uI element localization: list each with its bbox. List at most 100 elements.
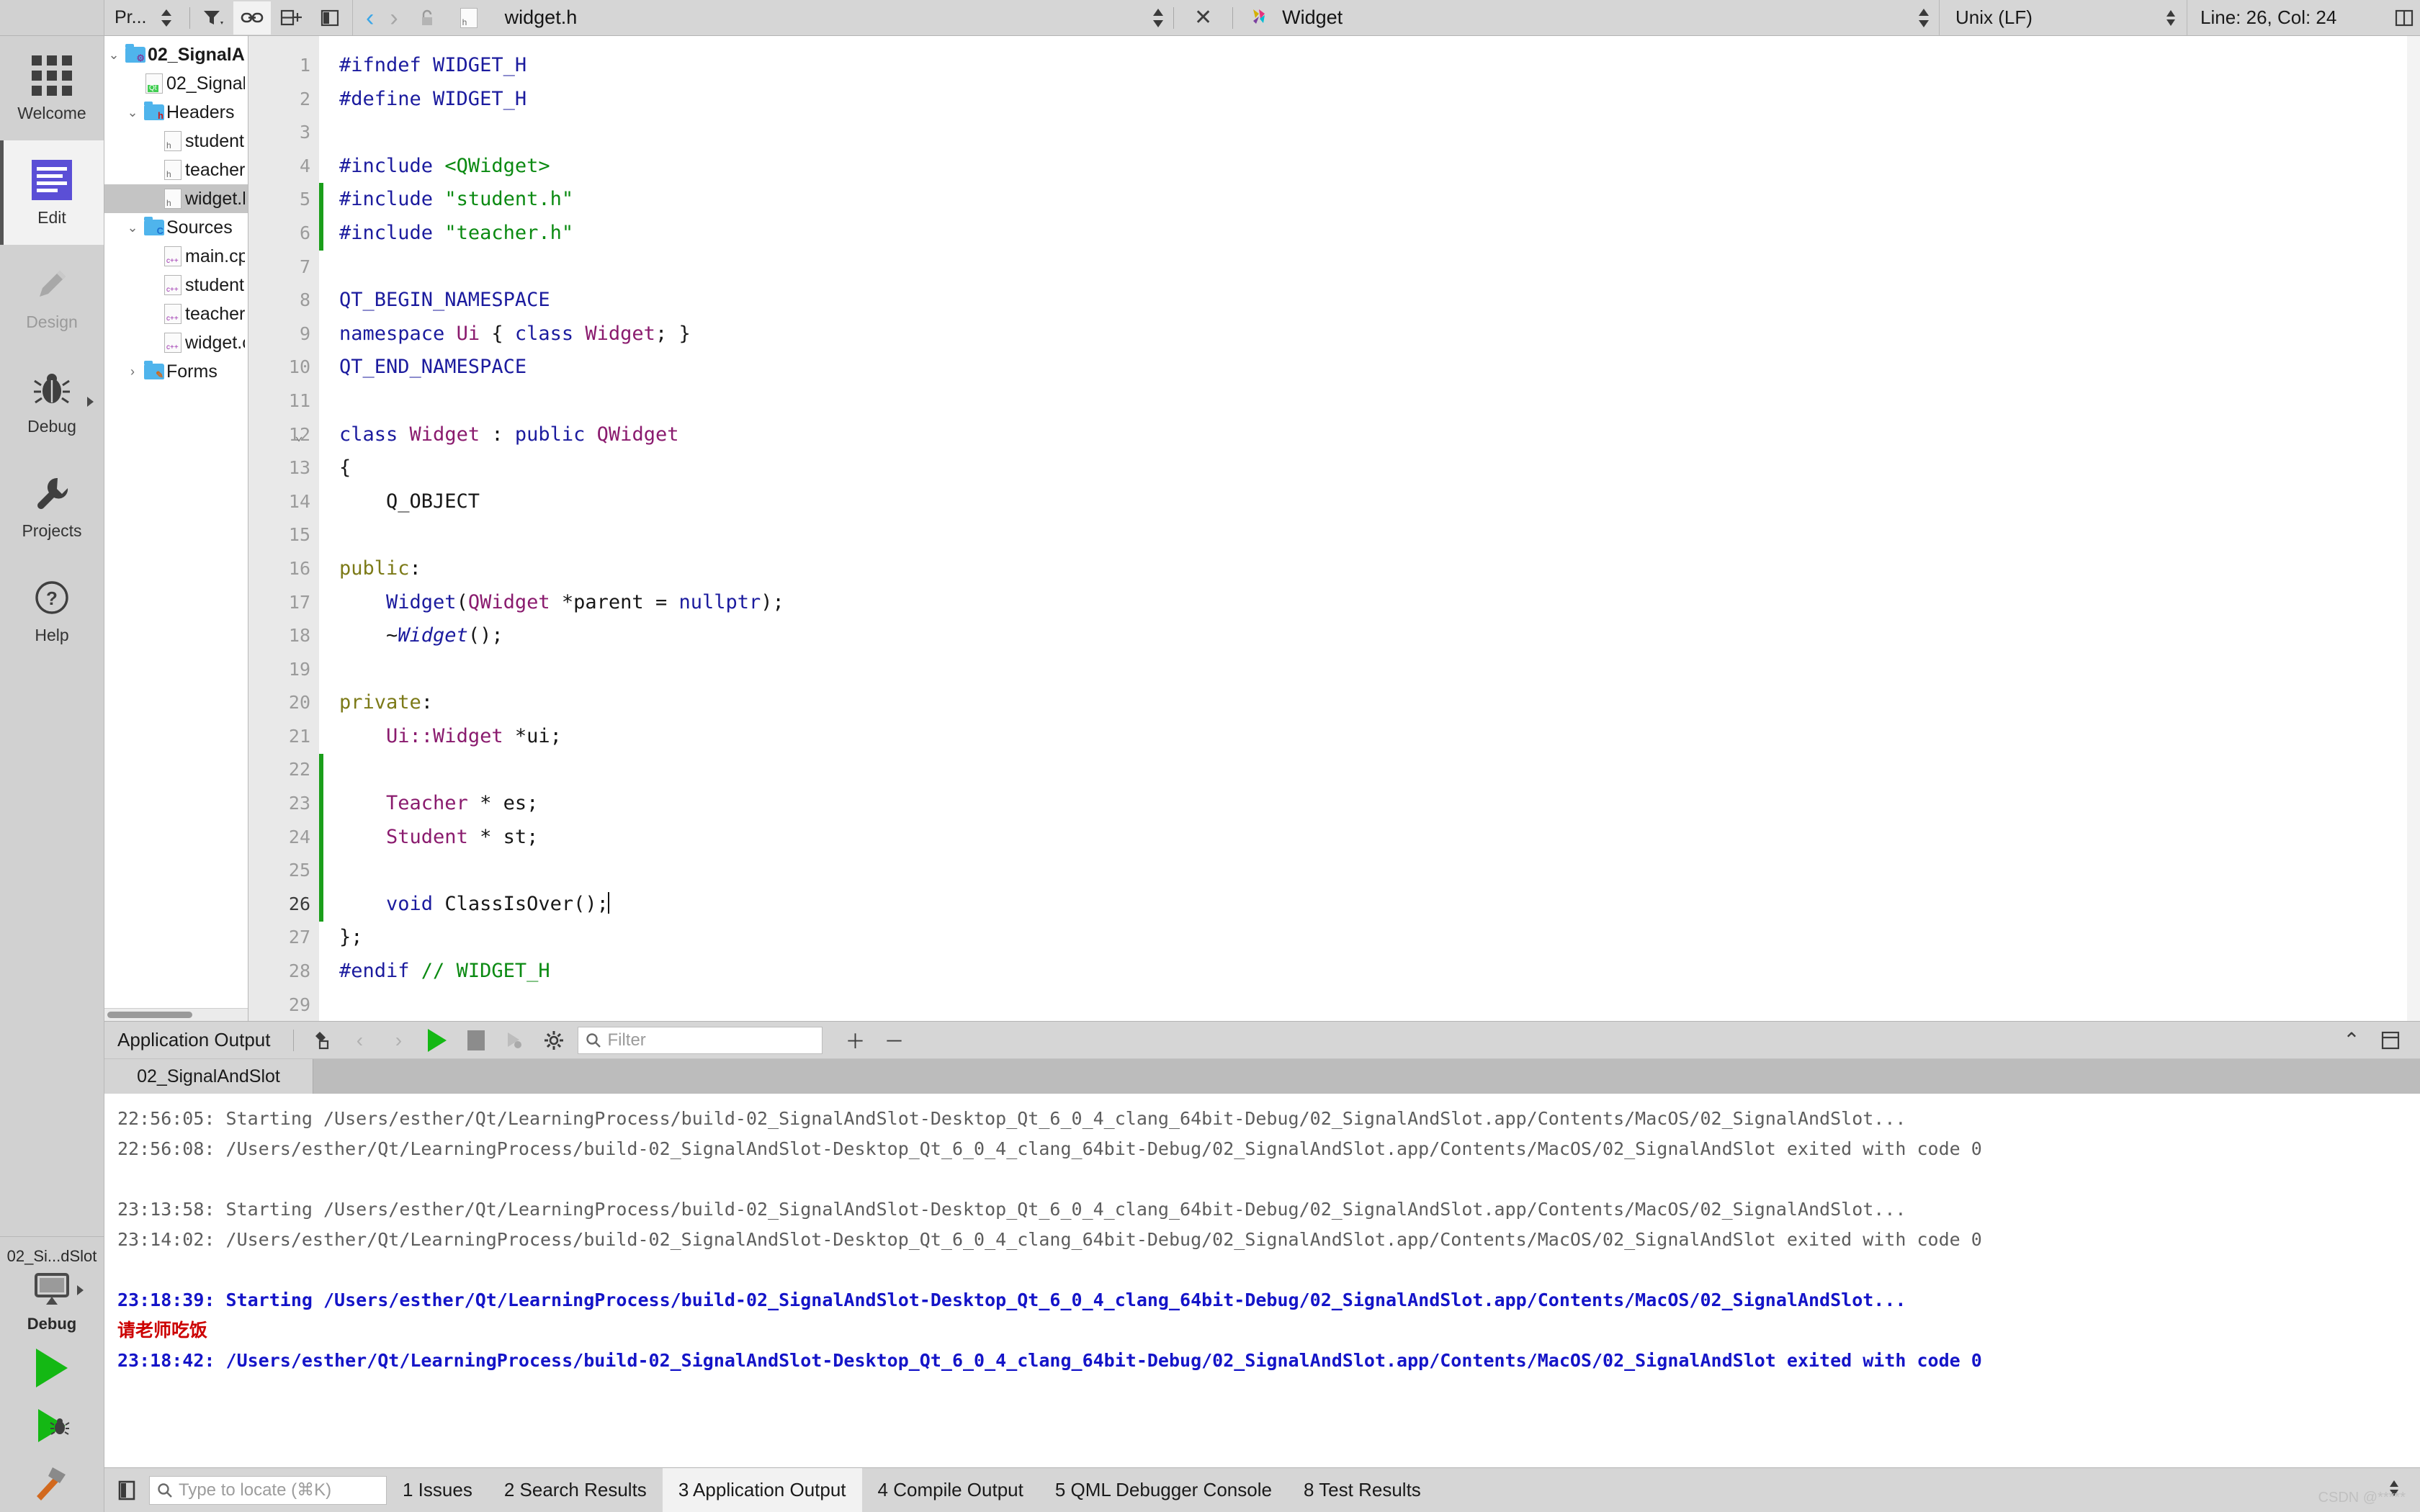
tree-item-forms[interactable]: › ✎ Forms	[104, 357, 248, 386]
chevron-right-icon[interactable]: ›	[123, 364, 142, 379]
status-tab-application-output[interactable]: 3 Application Output	[662, 1467, 862, 1512]
sources-folder-icon: C	[142, 217, 166, 235]
project-pane-header: Pr...	[104, 0, 353, 35]
editor-tab-label[interactable]: widget.h	[505, 6, 578, 29]
sidebar-item-design[interactable]: Design	[0, 245, 104, 349]
settings-icon[interactable]	[534, 1024, 573, 1057]
status-tab-issues[interactable]: 1 Issues	[387, 1468, 488, 1512]
tree-item-student-h[interactable]: hstudent.h	[104, 127, 248, 156]
chevron-right-icon[interactable]	[87, 396, 94, 407]
chevron-down-icon[interactable]: ⌄	[123, 220, 142, 235]
close-editor-icon[interactable]: ✕	[1181, 5, 1225, 30]
sidebar-item-edit[interactable]: Edit	[0, 140, 104, 245]
kit-selector[interactable]: 02_Si...dSlot Debug	[0, 1236, 104, 1339]
code-editor[interactable]: 1 2 3 4 5 6 7 8 9 10 11 12 ⌄ 13 14 15 16 17 18 19 20 21 22 23 24…	[248, 36, 2420, 1021]
tree-item-headers[interactable]: ⌄ h Headers	[104, 98, 248, 127]
editor-vertical-scrollbar[interactable]	[2407, 36, 2420, 1021]
split-pane-icon[interactable]	[272, 1, 310, 35]
link-with-editor-icon[interactable]	[233, 1, 272, 35]
status-tab-compile-output[interactable]: 4 Compile Output	[862, 1468, 1039, 1512]
line-col-indicator[interactable]: Line: 26, Col: 24	[2187, 0, 2388, 35]
tree-item-02-signalandslot[interactable]: ⌄⚙02_SignalAndSlot	[104, 40, 248, 69]
next-item-icon[interactable]: ›	[379, 1024, 418, 1057]
upper-row: ⌄⚙02_SignalAndSlotQt02_SignalAndSlot⌄hHe…	[104, 36, 2420, 1021]
clear-icon[interactable]	[301, 1024, 340, 1057]
maximize-pane-icon[interactable]	[2371, 1024, 2410, 1057]
remove-icon[interactable]: －	[874, 1024, 913, 1057]
widget-stepper-icon[interactable]	[1916, 6, 1932, 30]
code-token: :	[409, 557, 421, 580]
tree-item-teacher-cpp[interactable]: c++teacher.cpp	[104, 300, 248, 328]
run-button[interactable]	[0, 1339, 104, 1397]
sidebar-item-projects[interactable]: Projects	[0, 454, 104, 558]
code-line: #include "student.h"	[339, 183, 2420, 217]
code-token: #include	[339, 154, 445, 177]
tree-item-label: student.cpp	[185, 274, 245, 295]
line-number: 11	[288, 390, 310, 411]
tree-item-teacher-h[interactable]: hteacher.h	[104, 156, 248, 184]
lock-icon[interactable]	[408, 1, 446, 35]
code-token: Q_OBJECT	[339, 490, 480, 513]
attach-debugger-icon[interactable]	[496, 1024, 534, 1057]
question-icon: ?	[34, 576, 70, 619]
status-tab-search-results[interactable]: 2 Search Results	[488, 1468, 663, 1512]
qt-designer-icon	[1240, 1, 1278, 35]
status-tab-qml-debugger-console[interactable]: 5 QML Debugger Console	[1039, 1468, 1288, 1512]
code-token: #include	[339, 188, 445, 211]
code-text-area[interactable]: #ifndef WIDGET_H #define WIDGET_H #include…	[319, 36, 2420, 1021]
tree-item-sources[interactable]: ⌄ C Sources	[104, 213, 248, 242]
sidebar-item-welcome[interactable]: Welcome	[0, 36, 104, 140]
code-token: private	[339, 691, 421, 714]
output-filter-input[interactable]: Filter	[578, 1026, 823, 1054]
search-icon	[158, 1482, 172, 1498]
sidebar-item-help[interactable]: ? Help	[0, 558, 104, 662]
line-number: 20	[288, 692, 310, 714]
prev-item-icon[interactable]: ‹	[340, 1024, 379, 1057]
line-ending-selector[interactable]: Unix (LF)	[1939, 0, 2155, 35]
status-tab-test-results[interactable]: 8 Test Results	[1288, 1468, 1437, 1512]
navigate-back-icon[interactable]: ‹	[360, 6, 380, 30]
chevron-right-icon[interactable]	[77, 1285, 84, 1295]
code-line: #endif // WIDGET_H	[339, 955, 2420, 989]
eol-stepper-icon[interactable]	[2155, 7, 2187, 29]
build-button[interactable]	[0, 1454, 104, 1512]
code-line: Student * st;	[339, 821, 2420, 855]
content-column: ⌄⚙02_SignalAndSlotQt02_SignalAndSlot⌄hHe…	[104, 36, 2420, 1512]
window-split-icon[interactable]	[2388, 9, 2420, 27]
console-output[interactable]: 22:56:05: Starting /Users/esther/Qt/Lear…	[104, 1094, 2420, 1467]
navigate-forward-icon[interactable]: ›	[384, 6, 403, 30]
output-tab-02-signalandslot[interactable]: 02_SignalAndSlot	[104, 1059, 313, 1094]
stepper-icon[interactable]	[148, 1, 185, 35]
start-debugging-button[interactable]	[0, 1397, 104, 1454]
sidebar-item-label: Welcome	[17, 103, 86, 122]
tree-horizontal-scrollbar[interactable]	[104, 1008, 248, 1021]
tree-item-widget-h[interactable]: hwidget.h	[104, 184, 248, 213]
run-icon[interactable]	[418, 1024, 457, 1057]
project-selector-label[interactable]: Pr...	[115, 7, 146, 28]
sidebar-item-debug[interactable]: Debug	[0, 349, 104, 454]
watermark: CSDN @*****	[2318, 1490, 2406, 1506]
tree-item-main-cpp[interactable]: c++main.cpp	[104, 242, 248, 271]
collapse-sidebar-icon[interactable]	[311, 1, 349, 35]
headers-folder-icon: h	[142, 102, 166, 120]
line-number: 3	[299, 122, 310, 143]
code-token: #define WIDGET_H	[339, 87, 527, 110]
tree-item-02-signalandslot[interactable]: Qt02_SignalAndSlot	[104, 69, 248, 98]
add-icon[interactable]: ＋	[835, 1024, 874, 1057]
debug-run-icon	[38, 1409, 70, 1442]
tree-item-student-cpp[interactable]: c++student.cpp	[104, 271, 248, 300]
filter-icon[interactable]	[194, 1, 232, 35]
editor-list-stepper-icon[interactable]	[1150, 6, 1166, 30]
fold-toggle-icon[interactable]: ⌄	[295, 418, 303, 452]
code-line: #define WIDGET_H	[339, 83, 2420, 117]
chevron-down-icon[interactable]: ⌄	[123, 105, 142, 120]
locator-input[interactable]: Type to locate (⌘K)	[149, 1475, 387, 1505]
stop-icon[interactable]	[457, 1024, 496, 1057]
chevron-down-icon[interactable]: ⌄	[104, 48, 123, 63]
collapse-pane-icon[interactable]: ⌃	[2332, 1024, 2371, 1057]
toggle-sidebar-icon[interactable]	[104, 1480, 149, 1500]
tree-item-widget-cpp[interactable]: c++widget.cpp	[104, 328, 248, 357]
project-tree: ⌄⚙02_SignalAndSlotQt02_SignalAndSlot⌄hHe…	[104, 36, 248, 1021]
